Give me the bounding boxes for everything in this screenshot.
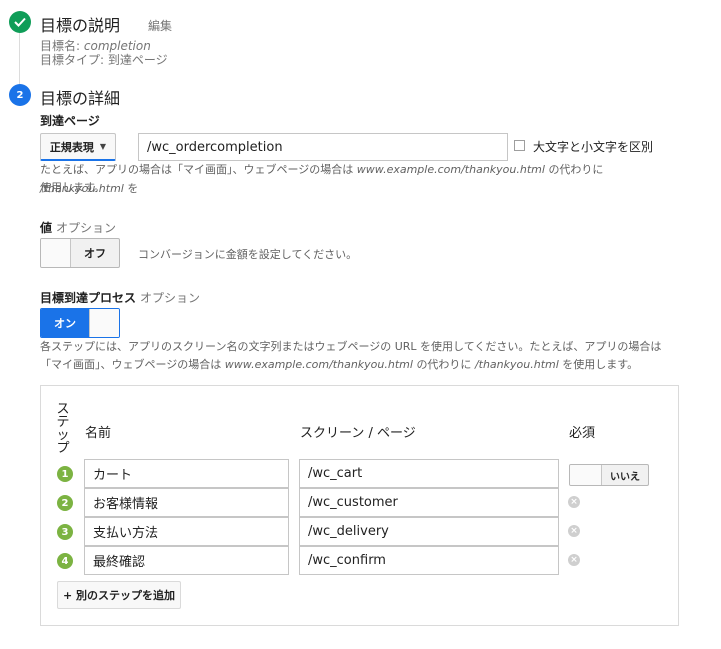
- goal-description-title: 目標の説明: [40, 16, 121, 35]
- step-number: 1: [57, 466, 73, 482]
- match-type-value: 正規表現: [49, 140, 94, 154]
- funnel-help-line1: 各ステップには、アプリのスクリーン名の文字列またはウェブページの URL を使用…: [40, 340, 662, 353]
- funnel-label: 目標到達プロセス: [40, 291, 137, 305]
- step-name-input[interactable]: カート: [84, 459, 289, 488]
- goal-type-value: 到達ページ: [107, 53, 168, 67]
- step-rail: [19, 32, 20, 84]
- col-head-name: 名前: [85, 426, 112, 441]
- step-screen-input[interactable]: /wc_delivery: [299, 517, 559, 546]
- step-number: 3: [57, 524, 73, 540]
- col-head-step-char: プ: [56, 441, 70, 456]
- funnel-help-text-3: を使用します。: [562, 358, 639, 371]
- value-toggle-label: オフ: [84, 247, 106, 260]
- destination-help-text-3: を: [127, 182, 139, 195]
- case-sensitive-checkbox[interactable]: [514, 140, 525, 151]
- step-screen-input[interactable]: /wc_cart: [299, 459, 559, 488]
- funnel-label-row: 目標到達プロセス オプション: [40, 289, 200, 306]
- funnel-help-example-path: /thankyou.html: [474, 358, 559, 371]
- value-toggle[interactable]: オフ: [40, 238, 120, 268]
- destination-input[interactable]: /wc_ordercompletion: [138, 133, 508, 161]
- add-step-button[interactable]: + 別のステップを追加: [57, 581, 181, 609]
- destination-help-line2: 使用します。: [40, 181, 105, 194]
- step-number: 2: [57, 495, 73, 511]
- match-type-dropdown[interactable]: 正規表現 ▼: [40, 133, 116, 161]
- funnel-optional: オプション: [140, 291, 201, 305]
- col-head-required: 必須: [569, 426, 596, 441]
- remove-step-icon[interactable]: ×: [568, 525, 580, 537]
- case-sensitive-label: 大文字と小文字を区別: [533, 140, 654, 154]
- toggle-knob: [570, 465, 602, 485]
- destination-help-example-url: www.example.com/thankyou.html: [356, 163, 545, 176]
- check-icon: [9, 11, 31, 33]
- col-head-step: ス テ ッ プ: [56, 403, 70, 455]
- toggle-knob: [41, 239, 71, 267]
- goal-details-title: 目標の詳細: [40, 89, 121, 108]
- funnel-toggle-label: オン: [41, 309, 89, 337]
- funnel-help-line2: 「マイ画面」、ウェブページの場合は www.example.com/thanky…: [40, 355, 638, 374]
- destination-help-text-1: たとえば、アプリの場合は「マイ画面」、ウェブページの場合は: [40, 163, 354, 176]
- funnel-help-text-2: の代わりに: [416, 358, 472, 371]
- step-name-input[interactable]: 支払い方法: [84, 517, 289, 546]
- step-number: 4: [57, 553, 73, 569]
- value-help: コンバージョンに金額を設定してください。: [138, 248, 358, 261]
- funnel-help-example-url: www.example.com/thankyou.html: [224, 358, 413, 371]
- value-label: 値: [40, 221, 53, 235]
- funnel-help-text-1: 「マイ画面」、ウェブページの場合は: [40, 358, 222, 371]
- remove-step-icon[interactable]: ×: [568, 554, 580, 566]
- required-toggle-label: いいえ: [610, 471, 640, 483]
- destination-help-text-2: の代わりに: [548, 163, 604, 176]
- step-name-input[interactable]: お客様情報: [84, 488, 289, 517]
- value-label-row: 値オプション: [40, 219, 116, 236]
- step-number-badge: 2: [9, 84, 31, 106]
- remove-step-icon[interactable]: ×: [568, 496, 580, 508]
- funnel-toggle[interactable]: オン: [40, 308, 120, 338]
- step-name-input[interactable]: 最終確認: [84, 546, 289, 575]
- col-head-screen: スクリーン / ページ: [300, 426, 416, 441]
- step-screen-input[interactable]: /wc_confirm: [299, 546, 559, 575]
- goal-type-row: 目標タイプ: 到達ページ: [40, 53, 168, 67]
- required-toggle[interactable]: いいえ: [569, 464, 649, 486]
- goal-name-label: 目標名:: [40, 39, 81, 53]
- toggle-knob: [89, 309, 119, 337]
- goal-name-value: completion: [83, 39, 151, 53]
- destination-label: 到達ページ: [40, 114, 100, 128]
- value-optional: オプション: [56, 221, 117, 235]
- step-screen-input[interactable]: /wc_customer: [299, 488, 559, 517]
- edit-link[interactable]: 編集: [148, 17, 172, 34]
- goal-type-label: 目標タイプ:: [40, 53, 105, 67]
- goal-name-row: 目標名: completion: [40, 39, 151, 53]
- caret-down-icon: ▼: [99, 142, 107, 151]
- destination-help: たとえば、アプリの場合は「マイ画面」、ウェブページの場合は www.exampl…: [40, 160, 690, 198]
